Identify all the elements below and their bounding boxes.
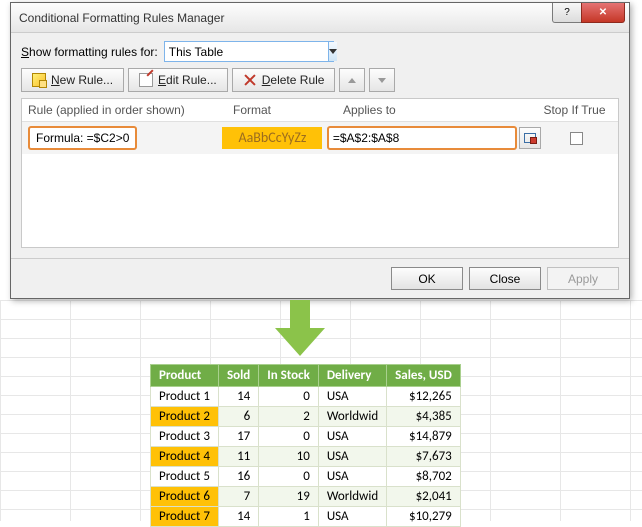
move-up-button[interactable] bbox=[339, 68, 365, 92]
range-selector-button[interactable] bbox=[519, 127, 541, 149]
rule-formula: Formula: =$C2>0 bbox=[28, 126, 137, 150]
apply-button: Apply bbox=[547, 267, 619, 290]
table-row[interactable]: Product 262Worldwid$4,385 bbox=[151, 407, 461, 427]
applies-to-input[interactable] bbox=[327, 126, 517, 150]
move-down-button[interactable] bbox=[369, 68, 395, 92]
table-cell[interactable]: Worldwid bbox=[318, 407, 386, 427]
cf-rules-manager-dialog: Conditional Formatting Rules Manager ? ✕… bbox=[10, 2, 630, 299]
close-button[interactable]: Close bbox=[469, 267, 541, 290]
table-cell[interactable]: 0 bbox=[259, 427, 319, 447]
scope-combobox[interactable] bbox=[164, 41, 334, 62]
table-cell[interactable]: Product 3 bbox=[151, 427, 219, 447]
table-cell[interactable]: Product 6 bbox=[151, 487, 219, 507]
table-cell[interactable]: 0 bbox=[259, 387, 319, 407]
table-cell[interactable]: USA bbox=[318, 447, 386, 467]
table-cell[interactable]: Product 2 bbox=[151, 407, 219, 427]
edit-rule-icon bbox=[139, 73, 153, 87]
table-cell[interactable]: 2 bbox=[259, 407, 319, 427]
show-rules-label: Show formatting rules for: bbox=[21, 45, 158, 59]
table-cell[interactable]: $8,702 bbox=[387, 467, 461, 487]
stop-if-true-checkbox[interactable] bbox=[570, 132, 583, 145]
table-row[interactable]: Product 5160USA$8,702 bbox=[151, 467, 461, 487]
table-cell[interactable]: $7,673 bbox=[387, 447, 461, 467]
table-row[interactable]: Product 41110USA$7,673 bbox=[151, 447, 461, 467]
table-header[interactable]: Sales, USD bbox=[387, 365, 461, 387]
table-header[interactable]: In Stock bbox=[259, 365, 319, 387]
table-cell[interactable]: 19 bbox=[259, 487, 319, 507]
delete-rule-button[interactable]: Delete Rule bbox=[232, 68, 336, 92]
table-cell[interactable]: USA bbox=[318, 467, 386, 487]
col-header-stop: Stop If True bbox=[537, 103, 612, 117]
help-button[interactable]: ? bbox=[552, 3, 582, 23]
table-cell[interactable]: Product 5 bbox=[151, 467, 219, 487]
new-rule-button[interactable]: NNew Rule...ew Rule... bbox=[21, 68, 124, 92]
dialog-title: Conditional Formatting Rules Manager bbox=[19, 11, 224, 25]
table-cell[interactable]: Product 4 bbox=[151, 447, 219, 467]
table-cell[interactable]: 1 bbox=[259, 507, 319, 527]
table-cell[interactable]: Product 1 bbox=[151, 387, 219, 407]
delete-rule-icon bbox=[243, 73, 257, 87]
col-header-format: Format bbox=[233, 103, 343, 117]
table-header[interactable]: Product bbox=[151, 365, 219, 387]
table-cell[interactable]: $12,265 bbox=[387, 387, 461, 407]
table-cell[interactable]: 17 bbox=[218, 427, 258, 447]
chevron-down-icon[interactable] bbox=[328, 42, 337, 61]
table-cell[interactable]: 10 bbox=[259, 447, 319, 467]
table-row[interactable]: Product 6719Worldwid$2,041 bbox=[151, 487, 461, 507]
table-row[interactable]: Product 7141USA$10,279 bbox=[151, 507, 461, 527]
scope-input[interactable] bbox=[165, 45, 328, 59]
edit-rule-button[interactable]: Edit Rule... bbox=[128, 68, 228, 92]
table-cell[interactable]: Product 7 bbox=[151, 507, 219, 527]
chevron-up-icon bbox=[348, 78, 356, 83]
close-window-button[interactable]: ✕ bbox=[581, 3, 625, 23]
table-cell[interactable]: $10,279 bbox=[387, 507, 461, 527]
table-cell[interactable]: $4,385 bbox=[387, 407, 461, 427]
rule-row[interactable]: Formula: =$C2>0 AaBbCcYyZz bbox=[22, 122, 618, 154]
rules-list: Rule (applied in order shown) Format App… bbox=[21, 98, 619, 248]
arrow-down-icon bbox=[275, 300, 325, 358]
col-header-applies: Applies to bbox=[343, 103, 537, 117]
table-header[interactable]: Sold bbox=[218, 365, 258, 387]
table-cell[interactable]: 0 bbox=[259, 467, 319, 487]
table-cell[interactable]: 7 bbox=[218, 487, 258, 507]
new-rule-icon bbox=[32, 73, 46, 87]
table-cell[interactable]: 6 bbox=[218, 407, 258, 427]
table-row[interactable]: Product 1140USA$12,265 bbox=[151, 387, 461, 407]
table-cell[interactable]: USA bbox=[318, 387, 386, 407]
table-row[interactable]: Product 3170USA$14,879 bbox=[151, 427, 461, 447]
range-selector-icon bbox=[524, 133, 536, 143]
chevron-down-icon bbox=[378, 78, 386, 83]
table-cell[interactable]: $14,879 bbox=[387, 427, 461, 447]
table-cell[interactable]: Worldwid bbox=[318, 487, 386, 507]
table-header[interactable]: Delivery bbox=[318, 365, 386, 387]
col-header-rule: Rule (applied in order shown) bbox=[28, 103, 233, 117]
table-cell[interactable]: 11 bbox=[218, 447, 258, 467]
table-cell[interactable]: 16 bbox=[218, 467, 258, 487]
table-cell[interactable]: USA bbox=[318, 427, 386, 447]
ok-button[interactable]: OK bbox=[391, 267, 463, 290]
table-cell[interactable]: 14 bbox=[218, 507, 258, 527]
table-cell[interactable]: USA bbox=[318, 507, 386, 527]
titlebar[interactable]: Conditional Formatting Rules Manager ? ✕ bbox=[11, 3, 629, 33]
table-cell[interactable]: $2,041 bbox=[387, 487, 461, 507]
table-cell[interactable]: 14 bbox=[218, 387, 258, 407]
result-table: ProductSoldIn StockDeliverySales, USD Pr… bbox=[150, 364, 461, 527]
format-preview: AaBbCcYyZz bbox=[222, 127, 322, 149]
